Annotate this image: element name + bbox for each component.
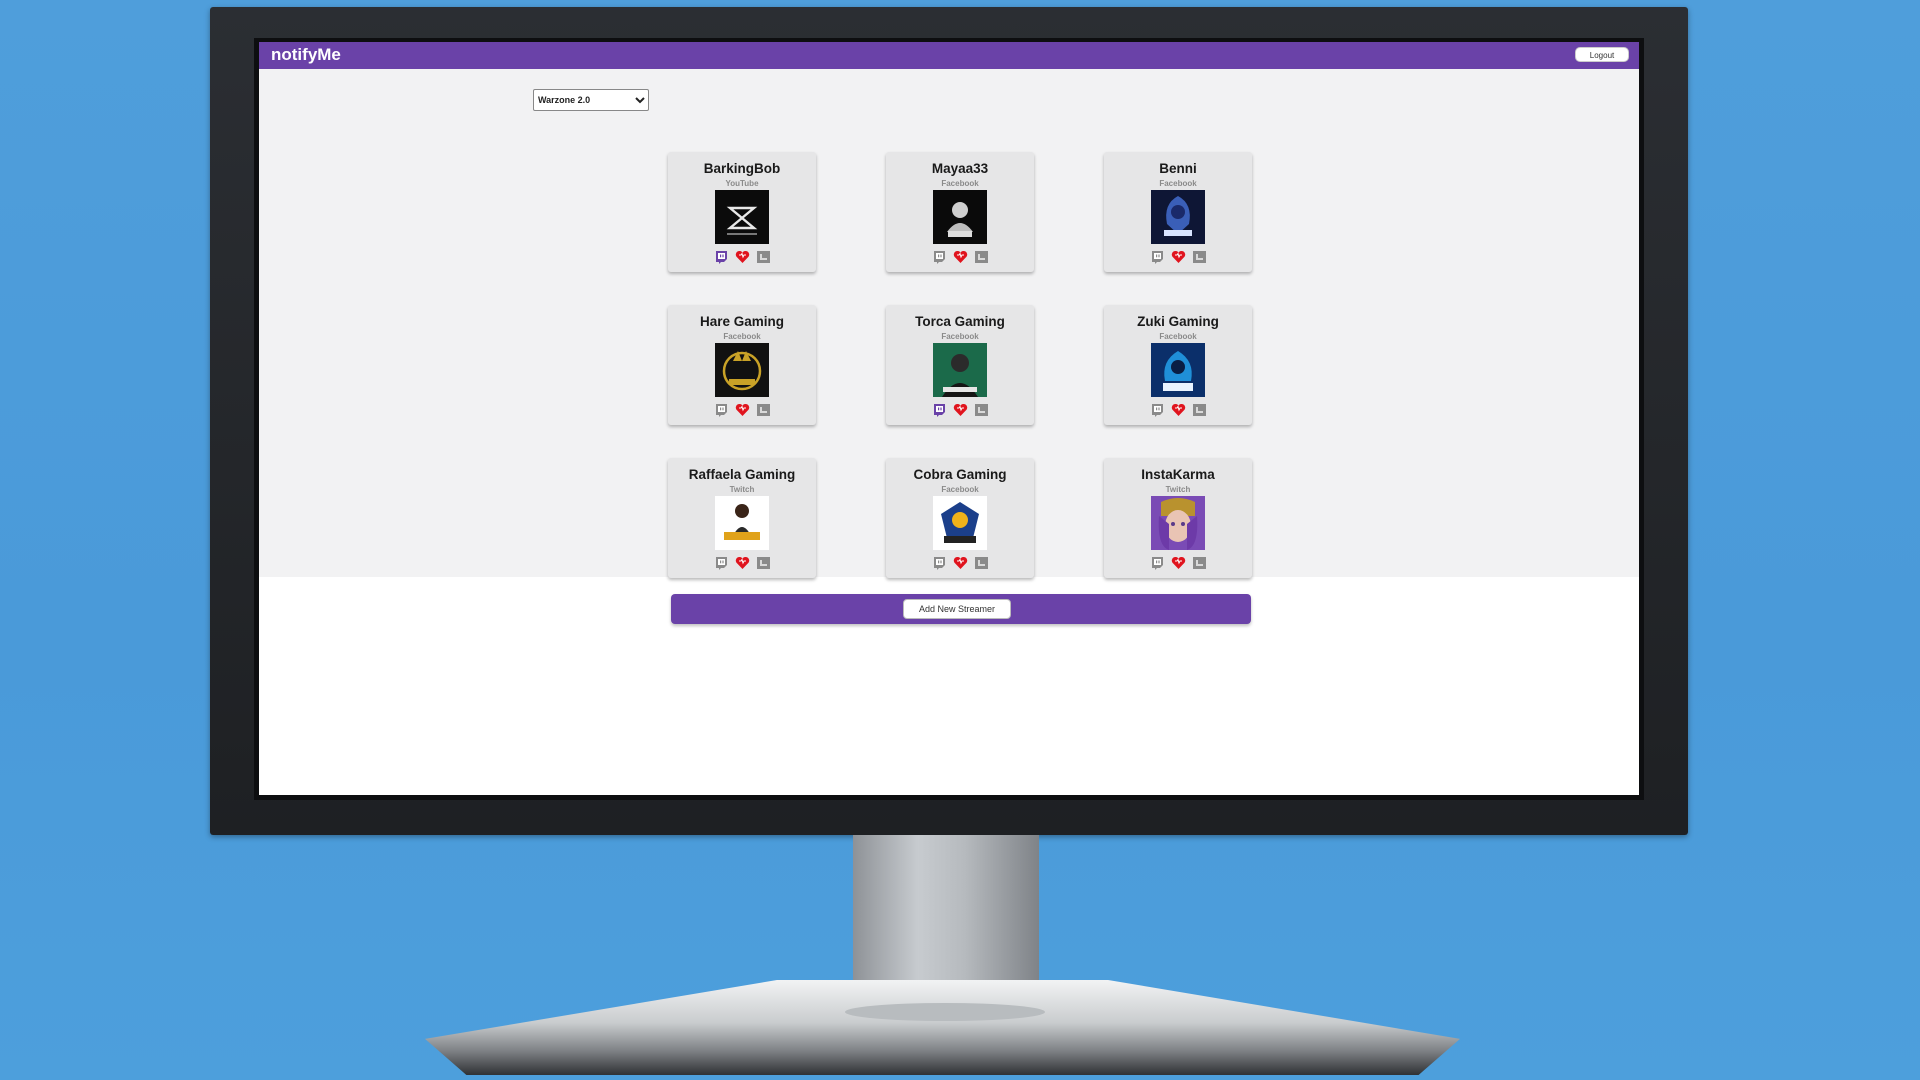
streamer-avatar bbox=[715, 496, 769, 550]
streamer-platform: YouTube bbox=[725, 179, 759, 188]
twitch-notify-icon[interactable] bbox=[932, 403, 947, 417]
card-action-icons bbox=[886, 556, 1034, 570]
twitch-notify-icon[interactable] bbox=[1150, 250, 1165, 264]
favorite-heart-icon[interactable] bbox=[953, 403, 968, 417]
streamer-avatar bbox=[1151, 496, 1205, 550]
add-streamer-button[interactable]: Add New Streamer bbox=[903, 599, 1011, 619]
twitch-notify-icon[interactable] bbox=[932, 556, 947, 570]
favorite-heart-icon[interactable] bbox=[953, 250, 968, 264]
remove-streamer-icon[interactable] bbox=[756, 403, 771, 417]
card-action-icons bbox=[668, 556, 816, 570]
streamer-avatar bbox=[933, 343, 987, 397]
streamer-name: Mayaa33 bbox=[931, 161, 989, 176]
game-filter-select[interactable]: Warzone 2.0 bbox=[533, 89, 649, 111]
streamer-avatar bbox=[1151, 190, 1205, 244]
streamer-platform: Facebook bbox=[723, 332, 761, 341]
twitch-notify-icon[interactable] bbox=[1150, 403, 1165, 417]
streamer-name: BarkingBob bbox=[703, 161, 781, 176]
streamer-platform: Facebook bbox=[941, 485, 979, 494]
brand-logo: notifyMe bbox=[271, 45, 341, 64]
app-header: notifyMe Logout bbox=[259, 42, 1639, 69]
card-action-icons bbox=[886, 250, 1034, 264]
streamer-card[interactable]: Zuki Gaming Facebook bbox=[1104, 305, 1252, 425]
streamer-card[interactable]: Torca Gaming Facebook bbox=[886, 305, 1034, 425]
streamer-name: Zuki Gaming bbox=[1137, 314, 1219, 329]
streamer-card[interactable]: Benni Facebook bbox=[1104, 152, 1252, 272]
favorite-heart-icon[interactable] bbox=[735, 556, 750, 570]
streamer-avatar bbox=[933, 190, 987, 244]
streamer-platform: Facebook bbox=[1159, 179, 1197, 188]
card-action-icons bbox=[1104, 403, 1252, 417]
streamer-platform: Twitch bbox=[1165, 485, 1191, 494]
remove-streamer-icon[interactable] bbox=[756, 556, 771, 570]
streamer-name: Hare Gaming bbox=[699, 314, 785, 329]
streamer-card[interactable]: Mayaa33 Facebook bbox=[886, 152, 1034, 272]
card-action-icons bbox=[668, 250, 816, 264]
twitch-notify-icon[interactable] bbox=[1150, 556, 1165, 570]
twitch-notify-icon[interactable] bbox=[714, 403, 729, 417]
monitor-stand-joint bbox=[845, 1003, 1045, 1021]
remove-streamer-icon[interactable] bbox=[974, 556, 989, 570]
remove-streamer-icon[interactable] bbox=[974, 250, 989, 264]
twitch-notify-icon[interactable] bbox=[714, 556, 729, 570]
favorite-heart-icon[interactable] bbox=[1171, 403, 1186, 417]
streamer-card[interactable]: Hare Gaming Facebook bbox=[668, 305, 816, 425]
remove-streamer-icon[interactable] bbox=[1192, 250, 1207, 264]
streamer-card[interactable]: InstaKarma Twitch bbox=[1104, 458, 1252, 578]
streamer-name: Cobra Gaming bbox=[913, 467, 1007, 482]
card-action-icons bbox=[1104, 556, 1252, 570]
remove-streamer-icon[interactable] bbox=[974, 403, 989, 417]
card-action-icons bbox=[668, 403, 816, 417]
twitch-notify-icon[interactable] bbox=[714, 250, 729, 264]
streamer-name: Benni bbox=[1159, 161, 1197, 176]
remove-streamer-icon[interactable] bbox=[1192, 403, 1207, 417]
streamer-platform: Facebook bbox=[941, 179, 979, 188]
card-action-icons bbox=[886, 403, 1034, 417]
remove-streamer-icon[interactable] bbox=[756, 250, 771, 264]
streamer-card[interactable]: BarkingBob YouTube bbox=[668, 152, 816, 272]
add-streamer-bar: Add New Streamer bbox=[671, 594, 1251, 624]
streamer-name: InstaKarma bbox=[1141, 467, 1215, 482]
favorite-heart-icon[interactable] bbox=[735, 403, 750, 417]
streamer-avatar bbox=[715, 190, 769, 244]
streamer-name: Torca Gaming bbox=[915, 314, 1005, 329]
remove-streamer-icon[interactable] bbox=[1192, 556, 1207, 570]
streamer-platform: Facebook bbox=[941, 332, 979, 341]
streamer-avatar bbox=[1151, 343, 1205, 397]
streamer-card[interactable]: Cobra Gaming Facebook bbox=[886, 458, 1034, 578]
favorite-heart-icon[interactable] bbox=[735, 250, 750, 264]
streamer-avatar bbox=[933, 496, 987, 550]
logout-button[interactable]: Logout bbox=[1575, 47, 1629, 62]
app-window: notifyMe Logout Warzone 2.0 BarkingBob Yo… bbox=[259, 42, 1639, 795]
twitch-notify-icon[interactable] bbox=[932, 250, 947, 264]
streamer-platform: Facebook bbox=[1159, 332, 1197, 341]
favorite-heart-icon[interactable] bbox=[1171, 556, 1186, 570]
monitor-stand-base bbox=[425, 980, 1460, 1075]
streamer-card[interactable]: Raffaela Gaming Twitch bbox=[668, 458, 816, 578]
favorite-heart-icon[interactable] bbox=[1171, 250, 1186, 264]
card-action-icons bbox=[1104, 250, 1252, 264]
streamer-avatar bbox=[715, 343, 769, 397]
favorite-heart-icon[interactable] bbox=[953, 556, 968, 570]
streamer-platform: Twitch bbox=[729, 485, 755, 494]
streamer-name: Raffaela Gaming bbox=[688, 467, 796, 482]
